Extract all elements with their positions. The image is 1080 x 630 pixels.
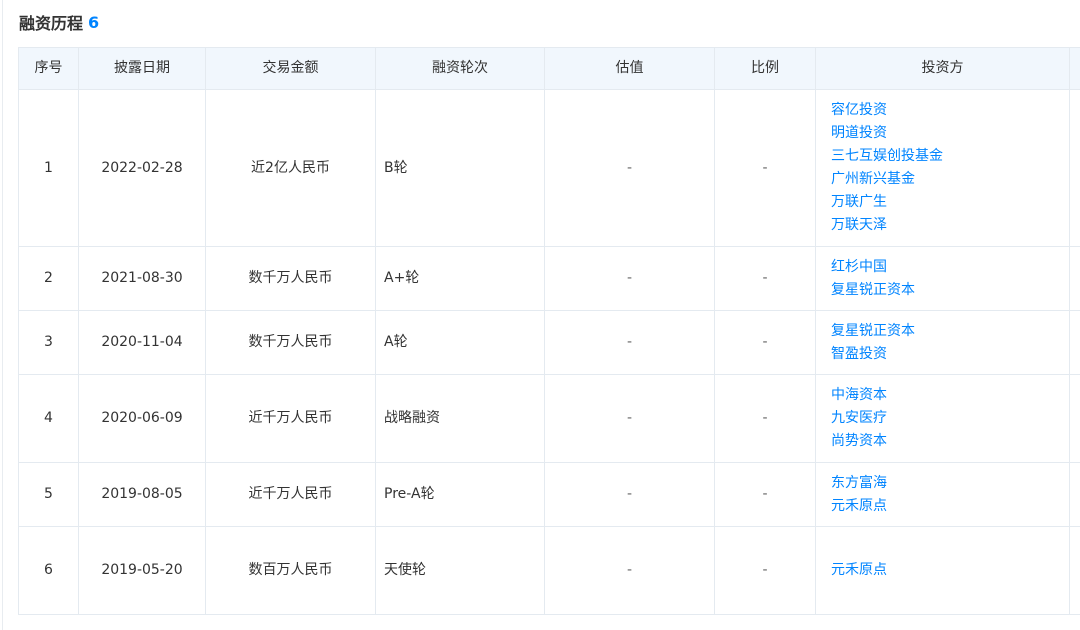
cell-investors: 红杉中国 复星锐正资本 [815, 246, 1070, 311]
cell-index: 1 [18, 89, 79, 247]
cell-investors: 中海资本 九安医疗 尚势资本 [815, 374, 1070, 463]
cell-round: A轮 [375, 310, 545, 375]
header-round: 融资轮次 [375, 47, 545, 90]
investor-link[interactable]: 广州新兴基金 [831, 168, 1069, 191]
cell-amount: 近2亿人民币 [205, 89, 376, 247]
cell-amount: 数千万人民币 [205, 310, 376, 375]
table-row: 5 2019-08-05 近千万人民币 Pre-A轮 - - 东方富海 元禾原点 [18, 462, 1080, 527]
cell-amount: 数千万人民币 [205, 246, 376, 311]
investor-link[interactable]: 复星锐正资本 [831, 279, 1069, 302]
investor-link[interactable]: 元禾原点 [831, 559, 1069, 582]
cell-valuation: - [544, 246, 715, 311]
cell-valuation: - [544, 310, 715, 375]
cell-investors: 复星锐正资本 智盈投资 [815, 310, 1070, 375]
investor-link[interactable]: 尚势资本 [831, 430, 1069, 453]
cell-date: 2022-02-28 [78, 89, 206, 247]
cell-date: 2019-05-20 [78, 526, 206, 615]
cell-index: 6 [18, 526, 79, 615]
cell-round: B轮 [375, 89, 545, 247]
investor-link[interactable]: 三七互娱创投基金 [831, 145, 1069, 168]
cell-round: Pre-A轮 [375, 462, 545, 527]
cell-date: 2020-11-04 [78, 310, 206, 375]
financing-history-table: 序号 披露日期 交易金额 融资轮次 估值 比例 投资方 1 2022-02-28… [18, 47, 1080, 615]
cell-ratio: - [714, 89, 816, 247]
cell-valuation: - [544, 374, 715, 463]
cell-overflow [1069, 462, 1080, 527]
cell-date: 2019-08-05 [78, 462, 206, 527]
cell-round: 天使轮 [375, 526, 545, 615]
cell-date: 2020-06-09 [78, 374, 206, 463]
header-ratio: 比例 [714, 47, 816, 90]
header-overflow-column [1069, 47, 1080, 90]
cell-overflow [1069, 246, 1080, 311]
cell-date: 2021-08-30 [78, 246, 206, 311]
investor-link[interactable]: 东方富海 [831, 472, 1069, 495]
cell-valuation: - [544, 89, 715, 247]
investor-link[interactable]: 容亿投资 [831, 99, 1069, 122]
table-row: 1 2022-02-28 近2亿人民币 B轮 - - 容亿投资 明道投资 三七互… [18, 89, 1080, 247]
cell-ratio: - [714, 246, 816, 311]
section-title: 融资历程 [19, 14, 84, 33]
investor-link[interactable]: 中海资本 [831, 384, 1069, 407]
table-row: 3 2020-11-04 数千万人民币 A轮 - - 复星锐正资本 智盈投资 [18, 310, 1080, 375]
cell-ratio: - [714, 374, 816, 463]
table-body: 1 2022-02-28 近2亿人民币 B轮 - - 容亿投资 明道投资 三七互… [18, 89, 1080, 615]
investor-link[interactable]: 元禾原点 [831, 495, 1069, 518]
cell-ratio: - [714, 526, 816, 615]
section-header: 融资历程 6 [19, 10, 99, 34]
cell-overflow [1069, 310, 1080, 375]
investor-link[interactable]: 万联天泽 [831, 214, 1069, 237]
cell-index: 3 [18, 310, 79, 375]
table-row: 6 2019-05-20 数百万人民币 天使轮 - - 元禾原点 [18, 526, 1080, 615]
cell-investors: 容亿投资 明道投资 三七互娱创投基金 广州新兴基金 万联广生 万联天泽 [815, 89, 1070, 247]
cell-overflow [1069, 89, 1080, 247]
investor-link[interactable]: 九安医疗 [831, 407, 1069, 430]
table-row: 4 2020-06-09 近千万人民币 战略融资 - - 中海资本 九安医疗 尚… [18, 374, 1080, 463]
cell-overflow [1069, 374, 1080, 463]
cell-ratio: - [714, 310, 816, 375]
table-row: 2 2021-08-30 数千万人民币 A+轮 - - 红杉中国 复星锐正资本 [18, 246, 1080, 311]
investor-link[interactable]: 智盈投资 [831, 343, 1069, 366]
cell-valuation: - [544, 462, 715, 527]
cell-valuation: - [544, 526, 715, 615]
cell-overflow [1069, 526, 1080, 615]
cell-investors: 元禾原点 [815, 526, 1070, 615]
cell-amount: 近千万人民币 [205, 374, 376, 463]
left-border-line [2, 0, 3, 630]
section-count: 6 [88, 12, 100, 32]
header-amount: 交易金额 [205, 47, 376, 90]
financing-table-container: 序号 披露日期 交易金额 融资轮次 估值 比例 投资方 1 2022-02-28… [18, 47, 1080, 615]
cell-index: 4 [18, 374, 79, 463]
header-investors: 投资方 [815, 47, 1070, 90]
cell-round: A+轮 [375, 246, 545, 311]
cell-index: 5 [18, 462, 79, 527]
cell-index: 2 [18, 246, 79, 311]
cell-investors: 东方富海 元禾原点 [815, 462, 1070, 527]
cell-amount: 数百万人民币 [205, 526, 376, 615]
investor-link[interactable]: 万联广生 [831, 191, 1069, 214]
investor-link[interactable]: 明道投资 [831, 122, 1069, 145]
cell-round: 战略融资 [375, 374, 545, 463]
investor-link[interactable]: 红杉中国 [831, 256, 1069, 279]
header-valuation: 估值 [544, 47, 715, 90]
cell-amount: 近千万人民币 [205, 462, 376, 527]
cell-ratio: - [714, 462, 816, 527]
investor-link[interactable]: 复星锐正资本 [831, 320, 1069, 343]
header-date: 披露日期 [78, 47, 206, 90]
table-header-row: 序号 披露日期 交易金额 融资轮次 估值 比例 投资方 [18, 47, 1080, 90]
header-index: 序号 [18, 47, 79, 90]
